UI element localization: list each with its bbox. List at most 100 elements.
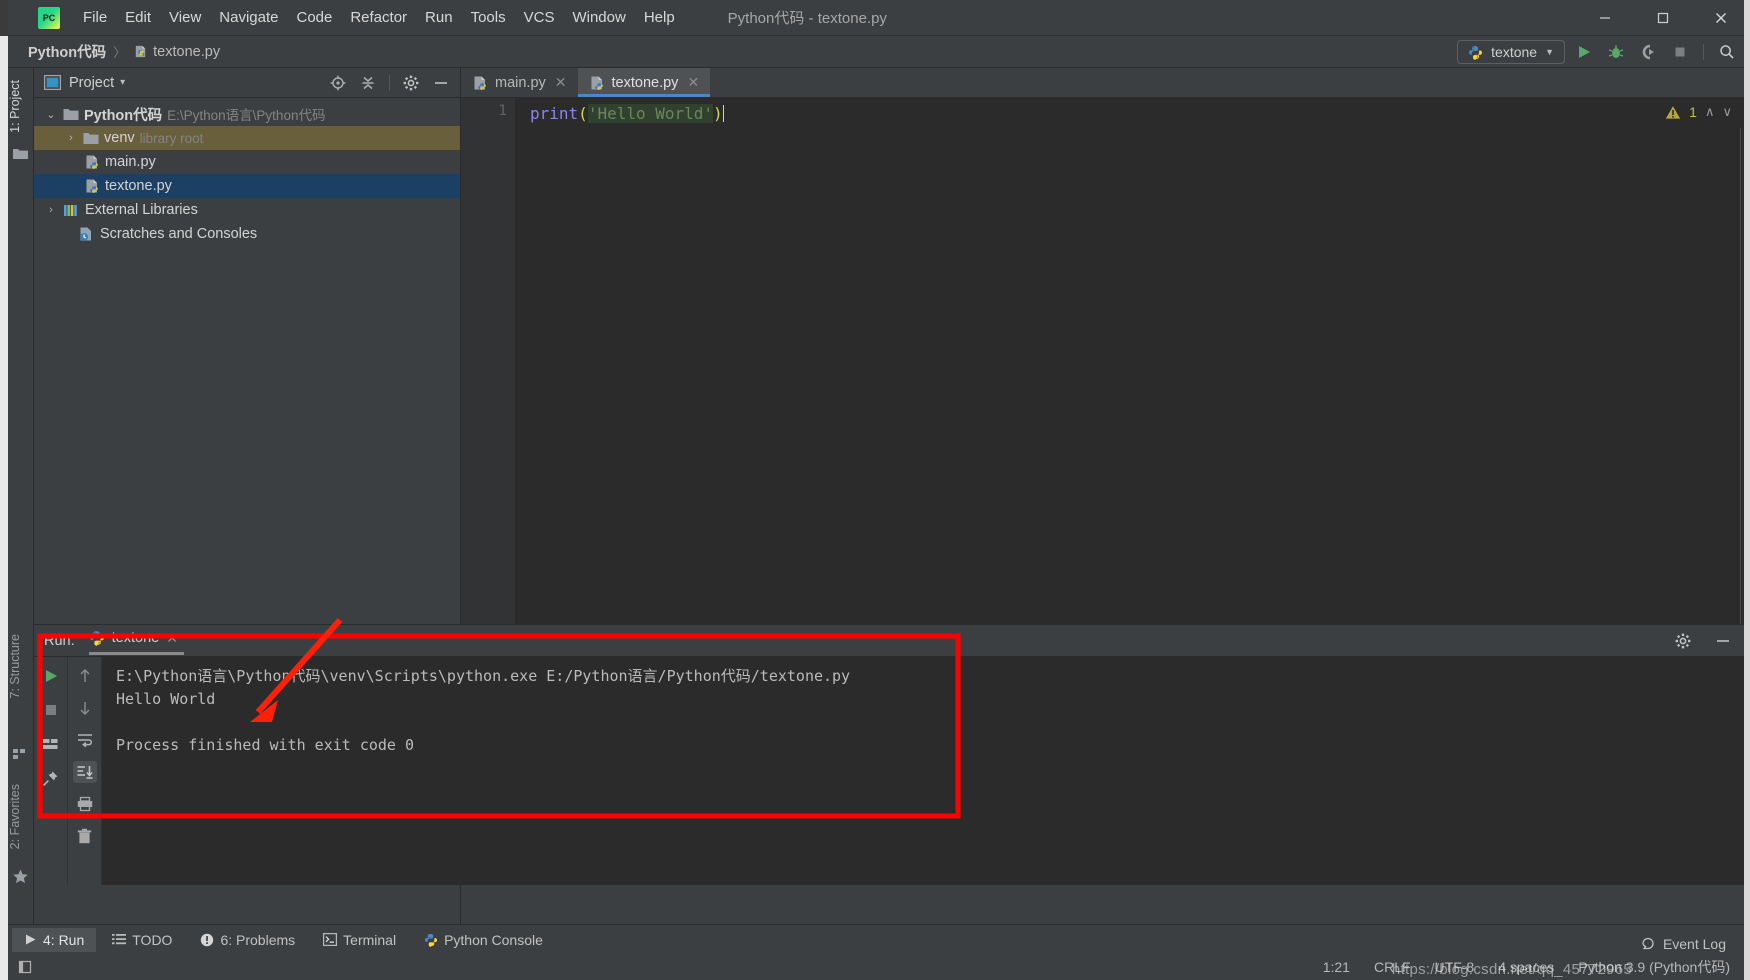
maximize-button[interactable] (1634, 0, 1692, 36)
editor-tab-bar: main.py ✕ textone.py ✕ (461, 68, 1750, 98)
pin-tab-icon[interactable] (39, 767, 63, 789)
menu-edit[interactable]: Edit (116, 6, 160, 29)
menu-window[interactable]: Window (563, 6, 634, 29)
python-icon (89, 631, 104, 646)
bottom-tab-label: 4: Run (43, 931, 85, 948)
arrow-down-icon[interactable] (73, 697, 97, 719)
close-icon[interactable]: ✕ (166, 630, 178, 647)
tree-node-label: main.py (105, 154, 156, 170)
run-session-tab[interactable]: textone ✕ (88, 630, 185, 655)
warning-triangle-icon (1665, 105, 1681, 119)
editor-scrollbar-track[interactable] (1740, 128, 1741, 624)
caret-position[interactable]: 1:21 (1323, 959, 1350, 975)
desktop-right-edge (1744, 0, 1750, 980)
scroll-to-end-icon[interactable] (72, 761, 97, 783)
sidebar-tab-project[interactable]: 1: Project (8, 74, 34, 139)
menu-code[interactable]: Code (287, 6, 341, 29)
arrow-up-icon[interactable] (73, 665, 97, 687)
editor-tab-textone-py[interactable]: textone.py ✕ (577, 68, 711, 97)
menu-help[interactable]: Help (635, 6, 684, 29)
search-icon[interactable] (1714, 40, 1740, 64)
watermark-text: https://blog.csdn.net/qq_45772965 (1391, 961, 1632, 978)
soft-wrap-icon[interactable] (73, 729, 97, 751)
menu-navigate[interactable]: Navigate (210, 6, 287, 29)
bottom-tab-terminal[interactable]: Terminal (311, 928, 408, 952)
bottom-tab-problems[interactable]: 6: Problems (188, 928, 307, 952)
sidebar-tab-structure[interactable]: 7: Structure (8, 628, 34, 705)
tree-node-annotation: library root (139, 130, 204, 146)
close-icon[interactable]: ✕ (687, 74, 699, 91)
line-number-gutter: 1 (461, 98, 515, 624)
previous-highlight-icon[interactable]: ∧ (1705, 104, 1715, 120)
chevron-right-icon[interactable]: › (64, 132, 78, 144)
breadcrumb-file[interactable]: textone.py (129, 44, 224, 60)
print-icon[interactable] (73, 793, 97, 815)
menu-tools[interactable]: Tools (462, 6, 515, 29)
bottom-tab-label: Python Console (444, 931, 543, 948)
close-icon[interactable]: ✕ (555, 74, 567, 91)
menu-refactor[interactable]: Refactor (341, 6, 416, 29)
editor-tab-main-py[interactable]: main.py ✕ (461, 68, 578, 97)
menu-bar: File Edit View Navigate Code Refactor Ru… (8, 0, 1750, 36)
hide-panel-icon[interactable] (1710, 629, 1736, 653)
event-log-label: Event Log (1662, 936, 1726, 952)
event-log-button[interactable]: Event Log (1641, 936, 1726, 952)
console-line: Process finished with exit code 0 (116, 736, 415, 754)
hide-panel-icon[interactable] (428, 71, 454, 95)
bottom-tab-run[interactable]: 4: Run (12, 927, 97, 952)
bottom-tab-todo[interactable]: TODO (100, 928, 184, 952)
python-file-icon (86, 179, 98, 193)
stop-button[interactable] (1667, 40, 1693, 64)
tree-node-venv[interactable]: › venv library root (34, 126, 460, 150)
breadcrumb-separator: 〉 (113, 45, 127, 60)
stop-icon[interactable] (39, 699, 63, 721)
run-panel-body: E:\Python语言\Python代码\venv\Scripts\python… (34, 657, 1750, 885)
breadcrumb-project-label: Python代码 (28, 45, 107, 61)
bottom-tool-strip: 4: Run TODO 6: Problems Terminal Python … (8, 924, 1750, 954)
gear-icon[interactable] (1670, 629, 1696, 653)
menu-vcs[interactable]: VCS (515, 6, 564, 29)
tree-node-label: Scratches and Consoles (100, 226, 258, 242)
toggle-tool-windows-icon[interactable] (18, 959, 34, 975)
project-view-chevron-down-icon[interactable]: ▾ (120, 77, 125, 88)
python-icon (425, 933, 438, 947)
run-configuration-selector[interactable]: textone ▼ (1457, 40, 1565, 64)
left-tool-strip: 1: Project 7: Structure 2: Favorites (8, 68, 34, 932)
rerun-icon[interactable] (39, 665, 63, 687)
scratch-icon (80, 227, 91, 241)
bottom-tab-python-console[interactable]: Python Console (412, 928, 555, 952)
tree-node-external-libraries[interactable]: › External Libraries (34, 198, 460, 222)
chevron-down-icon[interactable]: ⌄ (44, 108, 58, 121)
layout-settings-icon[interactable] (39, 733, 63, 755)
collapse-all-icon[interactable] (355, 71, 381, 95)
run-toolbar-secondary (68, 657, 102, 885)
close-button[interactable] (1692, 0, 1750, 36)
pycharm-window: File Edit View Navigate Code Refactor Ru… (0, 0, 1750, 980)
sidebar-tab-favorites[interactable]: 2: Favorites (8, 778, 34, 855)
run-console-output[interactable]: E:\Python语言\Python代码\venv\Scripts\python… (102, 657, 1750, 885)
debug-button[interactable] (1603, 40, 1629, 64)
trash-icon[interactable] (73, 825, 97, 847)
minimize-button[interactable] (1576, 0, 1634, 36)
gear-icon[interactable] (398, 71, 424, 95)
line-number: 1 (498, 103, 507, 119)
warning-circle-icon (201, 933, 214, 946)
tree-node-main-py[interactable]: main.py (34, 150, 460, 174)
code-token-function: print (530, 104, 579, 123)
scroll-from-source-icon[interactable] (325, 71, 351, 95)
play-icon (26, 934, 36, 945)
run-button[interactable] (1571, 40, 1597, 64)
code-editor[interactable]: 1 print('Hello World') 1 ∧ ∨ (461, 98, 1750, 624)
breadcrumb-project[interactable]: Python代码 (24, 41, 110, 62)
menu-file[interactable]: File (74, 6, 116, 29)
next-highlight-icon[interactable]: ∨ (1722, 104, 1732, 120)
chevron-right-icon[interactable]: › (44, 204, 58, 216)
code-content[interactable]: print('Hello World') (525, 98, 1750, 624)
tree-node-textone-py[interactable]: textone.py (34, 174, 460, 198)
menu-view[interactable]: View (160, 6, 210, 29)
menu-run[interactable]: Run (416, 6, 462, 29)
tree-node-project-root[interactable]: ⌄ Python代码 E:\Python语言\Python代码 (34, 102, 460, 126)
run-panel-header-tools (1670, 629, 1750, 653)
tree-node-scratches-and-consoles[interactable]: Scratches and Consoles (34, 222, 460, 246)
run-with-coverage-button[interactable] (1635, 40, 1661, 64)
